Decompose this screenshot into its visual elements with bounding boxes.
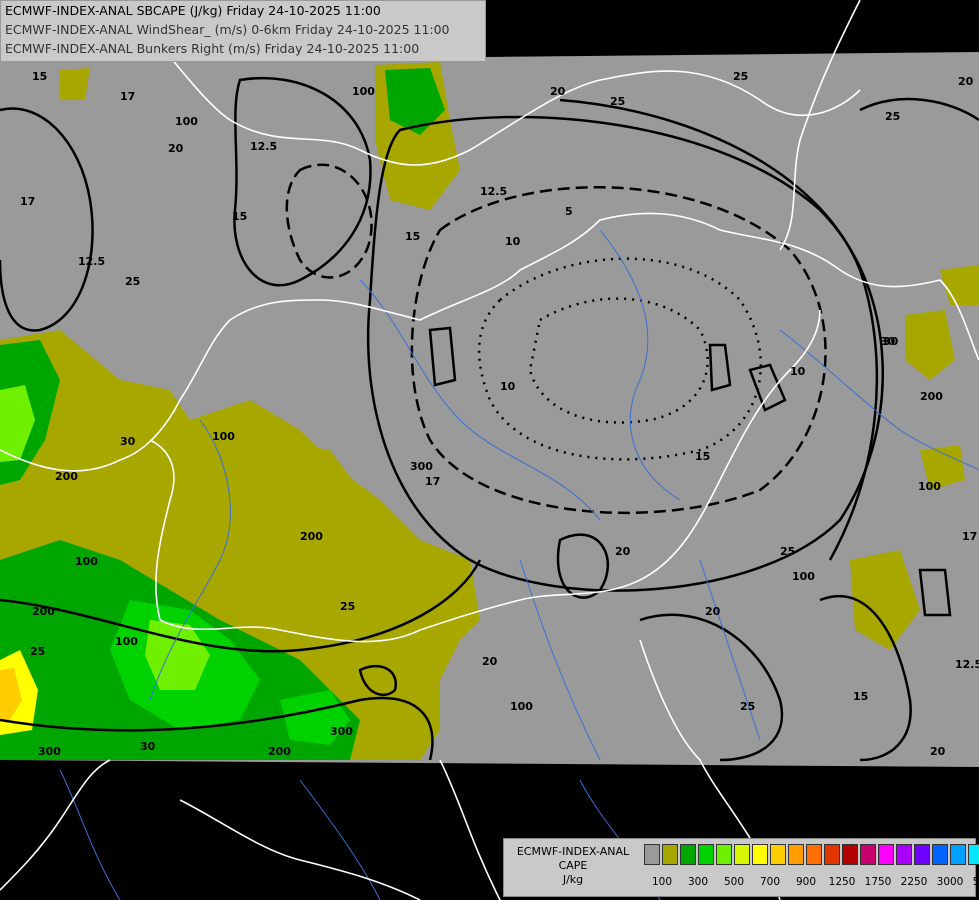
contour-label: 20 <box>168 142 184 155</box>
contour-label: 15 <box>695 450 710 463</box>
contour-label: 200 <box>268 745 291 758</box>
legend-swatch <box>662 844 678 865</box>
contour-label: 20 <box>482 655 498 668</box>
legend-swatch <box>968 844 979 865</box>
contour-label: 200 <box>32 605 55 618</box>
contour-label: 300 <box>410 460 433 473</box>
contour-label: 17 <box>120 90 135 103</box>
legend-tick-labels: 100 300 500 700 900 1250 1750 2250 3000 5000 <box>644 876 979 890</box>
contour-label: 30 <box>120 435 136 448</box>
legend-swatch <box>770 844 786 865</box>
contour-label: 25 <box>780 545 795 558</box>
contour-label: 17 <box>962 530 977 543</box>
contour-label: 12.5 <box>955 658 979 671</box>
contour-label: 300 <box>330 725 353 738</box>
contour-label: 12.5 <box>78 255 105 268</box>
contour-label: 25 <box>740 700 755 713</box>
contour-label: 100 <box>510 700 533 713</box>
contour-label: 200 <box>300 530 323 543</box>
legend-tick-label: 500 <box>723 876 745 888</box>
legend-tick-label: 5000 <box>972 876 979 888</box>
legend-swatch <box>806 844 822 865</box>
contour-label: 20 <box>930 745 946 758</box>
contour-label: 30 <box>140 740 156 753</box>
legend-swatch <box>734 844 750 865</box>
cape-legend: ECMWF-INDEX-ANAL CAPE J/kg 100 300 500 700 9… <box>503 838 979 897</box>
contour-label: 25 <box>733 70 748 83</box>
legend-title-unit: J/kg <box>562 873 584 886</box>
contour-label: 100 <box>75 555 98 568</box>
contour-label: 100 <box>175 115 198 128</box>
contour-label: 100 <box>918 480 941 493</box>
title-line-bunkers: ECMWF-INDEX-ANAL Bunkers Right (m/s) Fri… <box>5 41 420 56</box>
title-line-cape: ECMWF-INDEX-ANAL SBCAPE (J/kg) Friday 24… <box>5 3 381 18</box>
legend-tick-label: 900 <box>795 876 817 888</box>
contour-label: 15 <box>232 210 247 223</box>
legend-swatch <box>644 844 660 865</box>
contour-label: 10 <box>500 380 516 393</box>
contour-label: 200 <box>55 470 78 483</box>
contour-label: 100 <box>352 85 375 98</box>
legend-swatch <box>842 844 858 865</box>
legend-swatch <box>788 844 804 865</box>
contour-label: 20 <box>615 545 631 558</box>
contour-label: 300 <box>38 745 61 758</box>
legend-swatch <box>896 844 912 865</box>
contour-label: 25 <box>340 600 355 613</box>
contour-label: 30 <box>880 335 896 348</box>
legend-swatch <box>950 844 966 865</box>
map-stage: 15 17 100 12.5 20 25 15 10 5 17 25 12.5 … <box>0 0 979 900</box>
contour-label: 100 <box>212 430 235 443</box>
legend-tick-label: 100 <box>651 876 673 888</box>
legend-swatch <box>932 844 948 865</box>
legend-tick-label: 700 <box>759 876 781 888</box>
legend-swatch <box>824 844 840 865</box>
legend-swatch <box>680 844 696 865</box>
contour-label: 12.5 <box>250 140 277 153</box>
contour-label: 15 <box>405 230 420 243</box>
legend-swatch <box>878 844 894 865</box>
contour-label: 25 <box>885 110 900 123</box>
contour-label: 5 <box>565 205 573 218</box>
contour-label: 15 <box>32 70 47 83</box>
legend-swatch <box>914 844 930 865</box>
contour-label: 25 <box>125 275 140 288</box>
contour-label: 25 <box>30 645 45 658</box>
contour-label: 200 <box>920 390 943 403</box>
legend-title: ECMWF-INDEX-ANAL CAPE J/kg <box>506 845 640 887</box>
contour-label: 12.5 <box>480 185 507 198</box>
contour-label: 100 <box>792 570 815 583</box>
contour-label: 10 <box>505 235 521 248</box>
legend-tick-label: 300 <box>687 876 709 888</box>
legend-tick-label: 1250 <box>828 876 856 888</box>
legend-swatch <box>752 844 768 865</box>
legend-color-scale <box>644 844 979 867</box>
legend-tick-label: 2250 <box>900 876 928 888</box>
cape-area-north-2 <box>60 68 90 100</box>
legend-swatch <box>698 844 714 865</box>
contour-label: 20 <box>550 85 566 98</box>
legend-title-variable: CAPE <box>558 859 588 872</box>
contour-label: 20 <box>958 75 974 88</box>
map-title-box: ECMWF-INDEX-ANAL SBCAPE (J/kg) Friday 24… <box>0 0 486 62</box>
legend-swatch <box>716 844 732 865</box>
contour-label: 17 <box>425 475 440 488</box>
contour-label: 25 <box>610 95 625 108</box>
cape-map: 15 17 100 12.5 20 25 15 10 5 17 25 12.5 … <box>0 0 979 900</box>
contour-label: 100 <box>115 635 138 648</box>
legend-title-model: ECMWF-INDEX-ANAL <box>516 845 630 858</box>
contour-label: 17 <box>20 195 35 208</box>
legend-swatch <box>860 844 876 865</box>
title-line-windshear: ECMWF-INDEX-ANAL WindShear_ (m/s) 0-6km … <box>5 22 450 37</box>
legend-tick-label: 3000 <box>936 876 964 888</box>
contour-label: 15 <box>853 690 868 703</box>
contour-label: 20 <box>705 605 721 618</box>
contour-label: 10 <box>790 365 806 378</box>
legend-tick-label: 1750 <box>864 876 892 888</box>
